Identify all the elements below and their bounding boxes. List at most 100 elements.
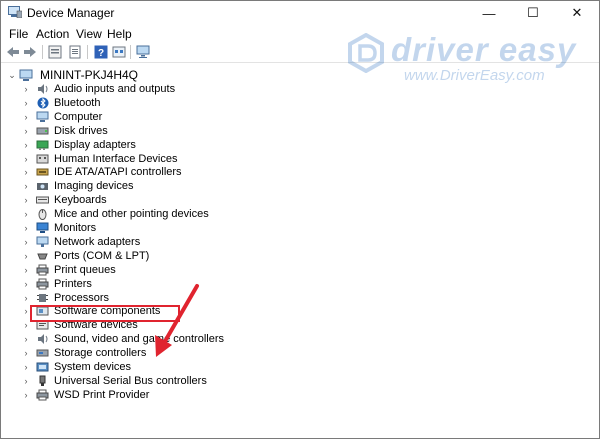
- tree-item-human-interface-devices[interactable]: › Human Interface Devices: [21, 152, 178, 166]
- tree-item-network-adapters[interactable]: › Network adapters: [21, 235, 141, 249]
- tree-item-bluetooth[interactable]: › Bluetooth: [21, 96, 101, 110]
- network-icon: [36, 236, 49, 248]
- tree-item-audio-inputs-and-outputs[interactable]: › Audio inputs and outputs: [21, 82, 176, 96]
- ide-icon: [36, 166, 49, 178]
- chevron-right-icon[interactable]: ›: [21, 293, 31, 303]
- forward-icon[interactable]: [22, 44, 38, 60]
- chevron-right-icon[interactable]: ›: [21, 223, 31, 233]
- tree-item-keyboards[interactable]: › Keyboards: [21, 193, 107, 207]
- tree-item-sound-video-and-game-controllers[interactable]: › Sound, video and game controllers: [21, 332, 225, 346]
- tree-item-label: Monitors: [54, 222, 97, 234]
- tree-item-printers[interactable]: › Printers: [21, 277, 92, 291]
- window-title: Device Manager: [27, 6, 115, 20]
- tree-item-universal-serial-bus-controllers[interactable]: › Universal Serial Bus controllers: [21, 374, 207, 388]
- properties-icon[interactable]: [47, 44, 63, 60]
- chevron-right-icon[interactable]: ›: [21, 251, 31, 261]
- watermark-url: www.DriverEasy.com: [404, 67, 545, 84]
- storage-icon: [36, 347, 49, 359]
- tree-item-print-queues[interactable]: › Print queues: [21, 263, 116, 277]
- chevron-right-icon[interactable]: ›: [21, 98, 31, 108]
- menu-file[interactable]: File: [9, 27, 28, 41]
- chevron-right-icon[interactable]: ›: [21, 376, 31, 386]
- chip-icon: [36, 292, 49, 304]
- display-adapter-icon: [36, 139, 49, 151]
- hid-icon: [36, 153, 49, 165]
- tree-item-processors[interactable]: › Processors: [21, 291, 110, 305]
- menu-help[interactable]: Help: [107, 27, 132, 41]
- tree-item-computer[interactable]: › Computer: [21, 110, 103, 124]
- tree-item-label: Keyboards: [54, 194, 107, 207]
- tree-item-disk-drives[interactable]: › Disk drives: [21, 124, 108, 138]
- toolbar-separator: [42, 45, 43, 59]
- device-tree: ⌄ MININT-PKJ4H4Q › Audio inputs and outpu…: [1, 62, 599, 438]
- port-icon: [36, 250, 49, 262]
- tree-item-system-devices[interactable]: › System devices: [21, 360, 132, 374]
- chevron-right-icon[interactable]: ›: [21, 84, 31, 94]
- camera-icon: [36, 180, 49, 192]
- tree-item-label: System devices: [54, 361, 132, 373]
- chevron-right-icon[interactable]: ›: [21, 265, 31, 275]
- minimize-button[interactable]: —: [467, 1, 511, 25]
- device-manager-window: Device Manager — ☐ ✕ File Action View He…: [0, 0, 600, 439]
- menu-view[interactable]: View: [76, 27, 102, 41]
- device-view-icon[interactable]: [111, 44, 127, 60]
- printer-icon: [36, 278, 49, 290]
- chevron-right-icon[interactable]: ›: [21, 167, 31, 177]
- tree-item-imaging-devices[interactable]: › Imaging devices: [21, 179, 134, 193]
- tree-item-label: Computer: [54, 110, 103, 123]
- monitor-icon: [36, 222, 49, 234]
- tree-item-label: Mice and other pointing devices: [54, 208, 209, 221]
- back-icon[interactable]: [5, 44, 21, 60]
- tree-item-display-adapters[interactable]: › Display adapters: [21, 138, 136, 152]
- close-button[interactable]: ✕: [555, 1, 599, 25]
- chevron-right-icon[interactable]: ›: [21, 237, 31, 247]
- tree-item-label: Audio inputs and outputs: [54, 83, 176, 95]
- chevron-right-icon[interactable]: ›: [21, 279, 31, 289]
- watermark-brand: driver easy: [391, 31, 577, 68]
- maximize-button[interactable]: ☐: [511, 1, 555, 25]
- tree-item-label: Ports (COM & LPT): [54, 249, 150, 262]
- toolbar-separator: [130, 45, 131, 59]
- chevron-right-icon[interactable]: ›: [21, 195, 31, 205]
- chevron-right-icon[interactable]: ›: [21, 209, 31, 219]
- monitor-icon[interactable]: [135, 44, 151, 60]
- speaker-icon: [36, 333, 49, 345]
- tree-item-ide-ata-atapi-controllers[interactable]: › IDE ATA/ATAPI controllers: [21, 165, 182, 179]
- chevron-right-icon[interactable]: ›: [21, 348, 31, 358]
- chevron-right-icon[interactable]: ›: [21, 126, 31, 136]
- tree-item-mice-and-other-pointing-devices[interactable]: › Mice and other pointing devices: [21, 207, 209, 221]
- chevron-right-icon[interactable]: ›: [21, 362, 31, 372]
- tree-item-label: Imaging devices: [54, 180, 134, 193]
- tree-item-label: Network adapters: [54, 235, 141, 248]
- tree-item-label: IDE ATA/ATAPI controllers: [54, 166, 182, 179]
- driver-easy-logo-icon: [348, 33, 384, 73]
- chevron-right-icon[interactable]: ›: [21, 140, 31, 150]
- chevron-right-icon[interactable]: ›: [21, 390, 31, 400]
- chevron-right-icon[interactable]: ›: [21, 154, 31, 164]
- tree-root[interactable]: ⌄ MININT-PKJ4H4Q: [7, 67, 138, 83]
- tree-item-monitors[interactable]: › Monitors: [21, 221, 97, 235]
- svg-text:?: ?: [98, 48, 104, 59]
- speaker-icon: [36, 83, 49, 95]
- bluetooth-icon: [36, 97, 49, 109]
- chevron-right-icon[interactable]: ›: [21, 181, 31, 191]
- tree-item-ports-com-lpt[interactable]: › Ports (COM & LPT): [21, 249, 150, 263]
- system-icon: [36, 361, 49, 373]
- chevron-right-icon[interactable]: ›: [21, 112, 31, 122]
- title-bar: Device Manager — ☐ ✕: [1, 1, 599, 25]
- tree-item-label: Sound, video and game controllers: [54, 333, 224, 346]
- update-icon[interactable]: [67, 44, 83, 60]
- tree-item-storage-controllers[interactable]: › Storage controllers: [21, 346, 147, 360]
- chevron-right-icon[interactable]: ›: [21, 334, 31, 344]
- tree-item-label: Bluetooth: [54, 96, 101, 109]
- tree-item-label: Processors: [54, 291, 110, 304]
- tree-item-wsd-print-provider[interactable]: › WSD Print Provider: [21, 388, 150, 402]
- watermark: driver easy www.DriverEasy.com: [346, 31, 581, 91]
- help-icon[interactable]: ?: [93, 44, 109, 60]
- tree-item-label: Printers: [54, 277, 92, 290]
- chevron-down-icon[interactable]: ⌄: [7, 70, 17, 81]
- computer-icon: [36, 111, 49, 123]
- tree-item-label: Storage controllers: [54, 347, 147, 360]
- menu-action[interactable]: Action: [36, 27, 69, 41]
- disk-icon: [36, 125, 49, 137]
